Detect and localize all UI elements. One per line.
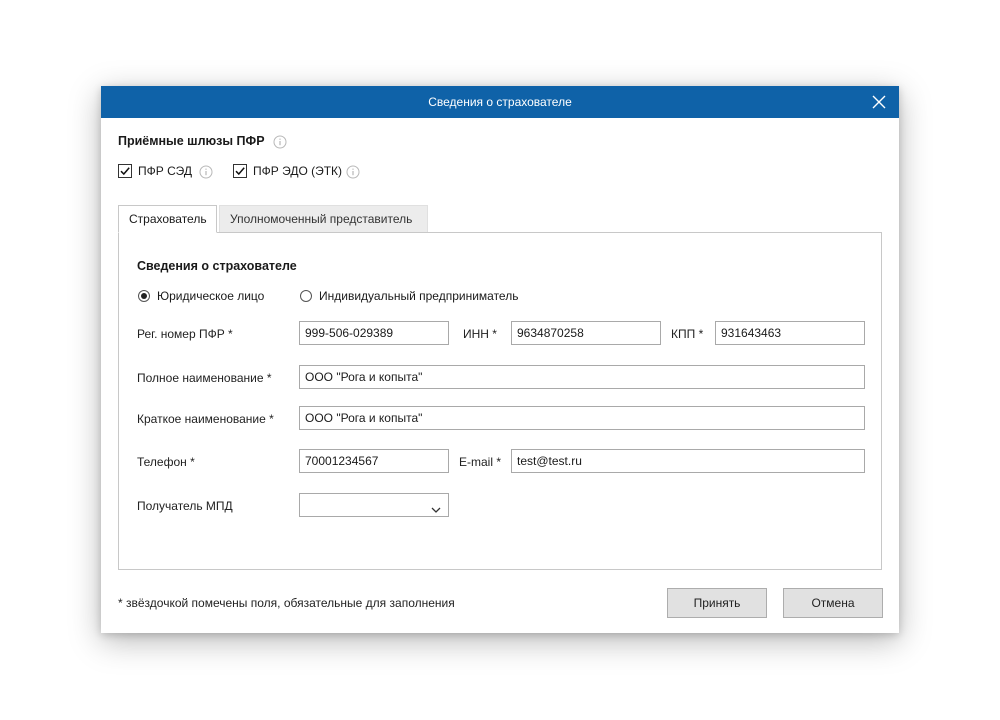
radio-legal-entity-label: Юридическое лицо [157,289,265,303]
phone-label: Телефон * [137,455,195,469]
radio-legal-entity[interactable]: Юридическое лицо [138,289,264,303]
checkbox-pfr-edo-label: ПФР ЭДО (ЭТК) [253,164,343,178]
short-name-input[interactable]: ООО "Рога и копыта" [299,406,865,430]
insurer-dialog: Сведения о страхователе Приёмные шлюзы П… [101,86,899,633]
close-icon[interactable] [869,92,889,112]
full-name-input[interactable]: ООО "Рога и копыта" [299,365,865,389]
check-icon [118,164,132,178]
inn-input[interactable]: 9634870258 [511,321,661,345]
checkbox-pfr-sed-label: ПФР СЭД [138,164,192,178]
tab-insurer[interactable]: Страхователь [118,205,217,233]
cancel-button[interactable]: Отмена [783,588,883,618]
phone-input[interactable]: 70001234567 [299,449,449,473]
full-name-label: Полное наименование * [137,371,272,385]
email-input[interactable]: test@test.ru [511,449,865,473]
info-icon[interactable] [346,165,360,179]
radio-individual-entrepreneur[interactable]: Индивидуальный предприниматель [300,289,518,303]
radio-unselected-icon [300,290,312,302]
email-label: E-mail * [459,455,502,469]
tab-representative[interactable]: Уполномоченный представитель [219,205,428,232]
kpp-input[interactable]: 931643463 [715,321,865,345]
dialog-titlebar: Сведения о страхователе [101,86,899,118]
gateways-heading: Приёмные шлюзы ПФР [118,134,265,148]
form-heading: Сведения о страхователе [137,259,297,273]
kpp-label: КПП * [671,327,704,341]
checkbox-pfr-sed[interactable]: ПФР СЭД [118,163,192,179]
mpd-recipient-select[interactable] [299,493,449,517]
dialog-title: Сведения о страхователе [428,95,572,109]
chevron-down-icon [431,500,441,516]
radio-individual-entrepreneur-label: Индивидуальный предприниматель [319,289,519,303]
accept-button[interactable]: Принять [667,588,767,618]
tab-panel-insurer: Сведения о страхователе Юридическое лицо… [118,232,882,570]
inn-label: ИНН * [463,327,497,341]
short-name-label: Краткое наименование * [137,412,274,426]
required-fields-note: * звёздочкой помечены поля, обязательные… [118,596,455,610]
check-icon [233,164,247,178]
mpd-recipient-label: Получатель МПД [137,499,233,513]
info-icon[interactable] [273,135,287,149]
checkbox-pfr-edo[interactable]: ПФР ЭДО (ЭТК) [233,163,342,179]
reg-number-label: Рег. номер ПФР * [137,327,233,341]
radio-selected-icon [138,290,150,302]
info-icon[interactable] [199,165,213,179]
reg-number-input[interactable]: 999-506-029389 [299,321,449,345]
